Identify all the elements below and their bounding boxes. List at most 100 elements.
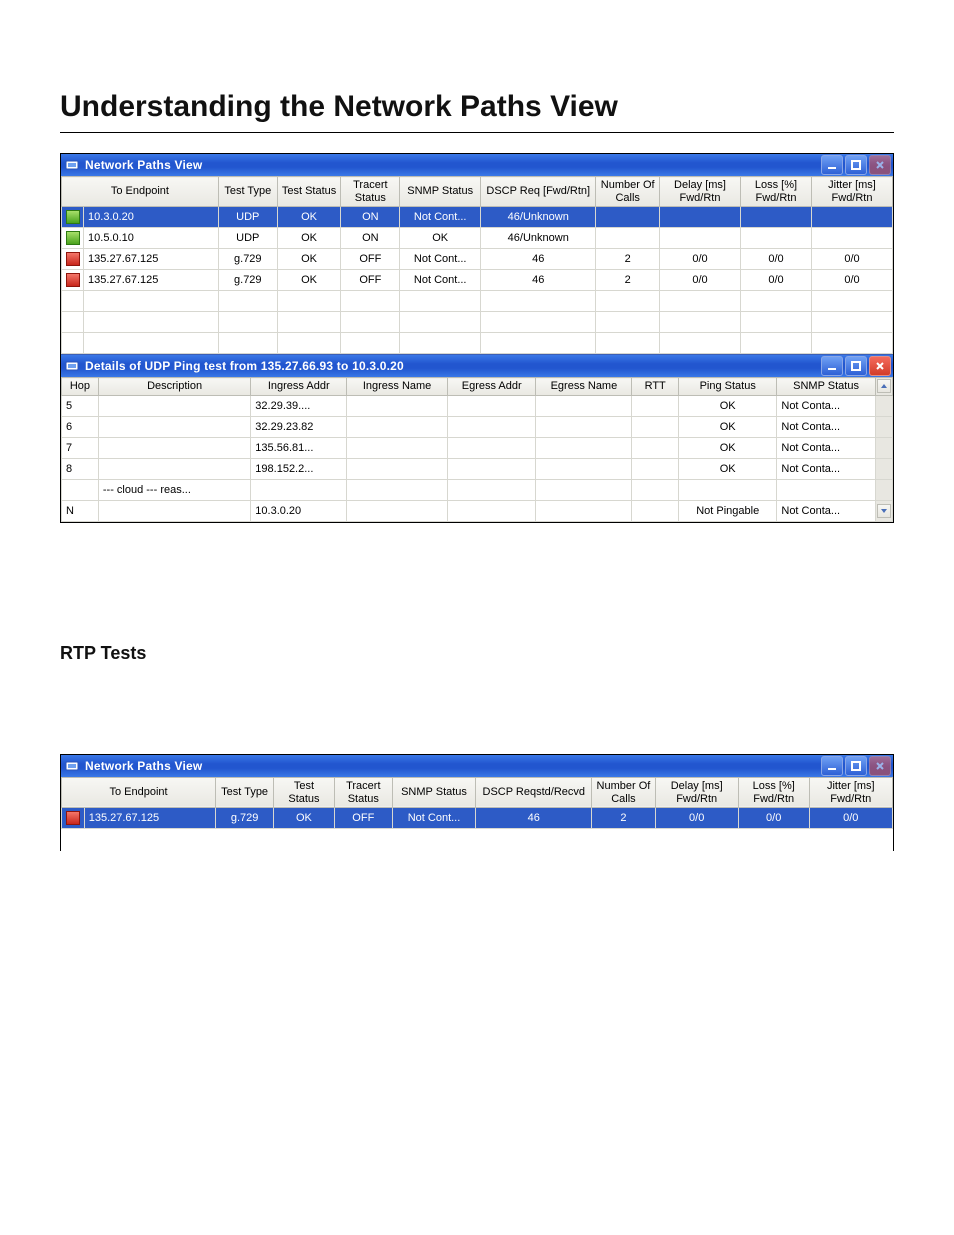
- col-calls[interactable]: Number Of Calls: [592, 777, 655, 807]
- table-row[interactable]: 7135.56.81...OKNot Conta...: [62, 437, 893, 458]
- col-desc[interactable]: Description: [98, 378, 250, 396]
- col-ingress-name[interactable]: Ingress Name: [347, 378, 448, 396]
- paths-table[interactable]: To Endpoint Test Type Test Status Tracer…: [61, 176, 893, 354]
- col-delay[interactable]: Delay [ms] Fwd/Rtn: [655, 777, 738, 807]
- table-row[interactable]: 135.27.67.125g.729OKOFFNot Cont...4620/0…: [62, 249, 893, 270]
- details-table[interactable]: Hop Description Ingress Addr Ingress Nam…: [61, 377, 893, 522]
- col-ping-status[interactable]: Ping Status: [679, 378, 777, 396]
- col-test-type[interactable]: Test Type: [216, 777, 274, 807]
- cell: [277, 333, 341, 354]
- minimize-button[interactable]: [821, 356, 843, 376]
- col-ingress-addr[interactable]: Ingress Addr: [251, 378, 347, 396]
- cell: [84, 312, 219, 333]
- cell: [277, 291, 341, 312]
- minimize-button[interactable]: [821, 756, 843, 776]
- close-button[interactable]: [869, 155, 891, 175]
- cell-loss: [740, 207, 811, 228]
- cell: [660, 312, 741, 333]
- row-type-icon: [62, 270, 84, 291]
- cell-ping-status: OK: [679, 416, 777, 437]
- col-dscp[interactable]: DSCP Reqstd/Recvd: [476, 777, 592, 807]
- cell-egress-name: [536, 458, 632, 479]
- cell-egress-name: [536, 500, 632, 521]
- col-test-status[interactable]: Test Status: [277, 177, 341, 207]
- col-snmp-status[interactable]: SNMP Status: [400, 177, 481, 207]
- table-row[interactable]: [62, 312, 893, 333]
- table-row[interactable]: N10.3.0.20Not PingableNot Conta...: [62, 500, 893, 521]
- col-delay[interactable]: Delay [ms] Fwd/Rtn: [660, 177, 741, 207]
- cell-jitter: [812, 207, 893, 228]
- scrollbar-track[interactable]: [875, 458, 892, 479]
- table-row[interactable]: 8198.152.2...OKNot Conta...: [62, 458, 893, 479]
- table-row[interactable]: [62, 333, 893, 354]
- cell-loss: 0/0: [740, 270, 811, 291]
- table-row[interactable]: 135.27.67.125g.729OKOFFNot Cont...4620/0…: [62, 829, 893, 850]
- scrollbar-track[interactable]: [875, 437, 892, 458]
- rtp-table[interactable]: To Endpoint Test Type Test Status Tracer…: [61, 777, 893, 850]
- cell-tracert-status: OFF: [341, 270, 400, 291]
- cell-rtt: [632, 500, 679, 521]
- cell: [812, 312, 893, 333]
- scroll-down[interactable]: [875, 500, 892, 521]
- cell: [481, 312, 596, 333]
- table-row[interactable]: 10.3.0.20UDPOKONNot Cont...46/Unknown: [62, 207, 893, 228]
- cell-egress-addr: [447, 416, 536, 437]
- cell-dscp: 46: [476, 829, 592, 850]
- col-loss[interactable]: Loss [%] Fwd/Rtn: [738, 777, 809, 807]
- cell-ingress-addr: [251, 479, 347, 500]
- col-jitter[interactable]: Jitter [ms] Fwd/Rtn: [809, 777, 892, 807]
- cell: [341, 291, 400, 312]
- scrollbar-track[interactable]: [875, 416, 892, 437]
- col-tracert-status[interactable]: Tracert Status: [341, 177, 400, 207]
- cell-snmp-status: Not Conta...: [777, 500, 875, 521]
- cell-tracert-status: ON: [341, 207, 400, 228]
- col-tracert-status[interactable]: Tracert Status: [334, 777, 392, 807]
- col-egress-addr[interactable]: Egress Addr: [447, 378, 536, 396]
- col-test-status[interactable]: Test Status: [274, 777, 335, 807]
- close-button[interactable]: [869, 356, 891, 376]
- col-calls[interactable]: Number Of Calls: [596, 177, 660, 207]
- cell-egress-name: [536, 416, 632, 437]
- scroll-up[interactable]: [875, 378, 892, 396]
- cell-tracert-status: ON: [341, 228, 400, 249]
- maximize-button[interactable]: [845, 155, 867, 175]
- cell-egress-addr: [447, 458, 536, 479]
- col-dscp[interactable]: DSCP Req [Fwd/Rtn]: [481, 177, 596, 207]
- table-row[interactable]: 532.29.39....OKNot Conta...: [62, 395, 893, 416]
- maximize-button[interactable]: [845, 756, 867, 776]
- col-egress-name[interactable]: Egress Name: [536, 378, 632, 396]
- close-button[interactable]: [869, 756, 891, 776]
- table-row[interactable]: 10.5.0.10UDPOKONOK46/Unknown: [62, 228, 893, 249]
- col-hop[interactable]: Hop: [62, 378, 99, 396]
- table-row[interactable]: 135.27.67.125g.729OKOFFNot Cont...4620/0…: [62, 808, 893, 829]
- table-row[interactable]: 632.29.23.82OKNot Conta...: [62, 416, 893, 437]
- col-jitter[interactable]: Jitter [ms] Fwd/Rtn: [812, 177, 893, 207]
- cell-snmp-status: Not Conta...: [777, 416, 875, 437]
- col-snmp-status[interactable]: SNMP Status: [777, 378, 875, 396]
- scrollbar-track[interactable]: [875, 479, 892, 500]
- cell: [218, 291, 277, 312]
- cell-ingress-name: [347, 395, 448, 416]
- col-loss[interactable]: Loss [%] Fwd/Rtn: [740, 177, 811, 207]
- table-row[interactable]: --- cloud --- reas...: [62, 479, 893, 500]
- cell-snmp-status: [777, 479, 875, 500]
- table-row[interactable]: 135.27.67.125g.729OKOFFNot Cont...4620/0…: [62, 270, 893, 291]
- cell-hop: 7: [62, 437, 99, 458]
- col-rtt[interactable]: RTT: [632, 378, 679, 396]
- scrollbar-track[interactable]: [875, 395, 892, 416]
- cell-endpoint: 135.27.67.125: [84, 270, 219, 291]
- col-endpoint[interactable]: To Endpoint: [62, 177, 219, 207]
- col-test-type[interactable]: Test Type: [218, 177, 277, 207]
- cell-egress-name: [536, 395, 632, 416]
- col-endpoint[interactable]: To Endpoint: [62, 777, 216, 807]
- page-title: Understanding the Network Paths View: [60, 90, 894, 124]
- cell-ingress-name: [347, 437, 448, 458]
- col-snmp-status[interactable]: SNMP Status: [392, 777, 475, 807]
- cell: [596, 333, 660, 354]
- cell-endpoint: 135.27.67.125: [84, 808, 215, 829]
- cell-test-type: g.729: [216, 808, 274, 829]
- cell-jitter: 0/0: [812, 249, 893, 270]
- table-row[interactable]: [62, 291, 893, 312]
- minimize-button[interactable]: [821, 155, 843, 175]
- maximize-button[interactable]: [845, 356, 867, 376]
